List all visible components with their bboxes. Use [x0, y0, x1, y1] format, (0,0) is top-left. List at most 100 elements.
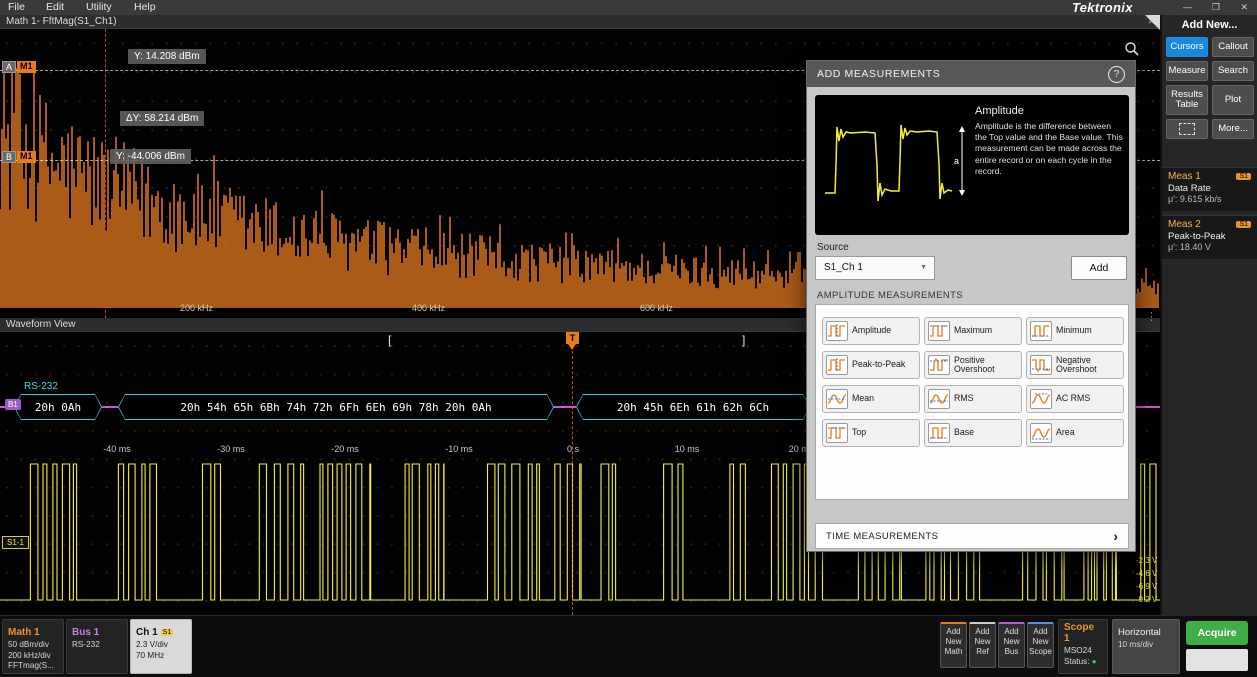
- help-icon[interactable]: ?: [1108, 66, 1125, 83]
- measurement-minimum-button[interactable]: Minimum: [1026, 317, 1124, 345]
- meas-source-chip: S1: [1236, 221, 1251, 228]
- measurement-top-button[interactable]: Top: [822, 419, 920, 447]
- freq-tick-200khz: 200 kHz: [180, 303, 213, 313]
- button-label: Plot: [1225, 95, 1241, 105]
- amplitude-measurements-panel: Amplitude Maximum Minimum Peak-to-Peak P…: [815, 304, 1129, 500]
- zoom-window-right-bracket: ]: [742, 333, 745, 347]
- dropdown-arrow-icon: ▼: [920, 264, 927, 271]
- waveform-view-title: Waveform View: [6, 319, 75, 330]
- cursor-a-source-label: M1: [17, 61, 36, 73]
- button-line: Scope: [1028, 647, 1053, 657]
- badge-title: Math 1: [8, 627, 40, 638]
- dialog-title: ADD MEASUREMENTS: [817, 68, 940, 80]
- badge-title: Scope 1: [1064, 622, 1102, 644]
- measurement-amplitude-button[interactable]: Amplitude: [822, 317, 920, 345]
- meas2-result-badge[interactable]: Meas 2 S1 Peak-to-Peak μ': 18.40 V: [1162, 215, 1257, 259]
- button-line: Ref: [970, 647, 995, 657]
- more-button[interactable]: More...: [1212, 119, 1254, 139]
- menu-help[interactable]: Help: [134, 1, 156, 13]
- ch1-badge[interactable]: Ch 1S1 2.3 V/div 70 MHz: [130, 619, 192, 674]
- draw-a-box-button[interactable]: [1166, 119, 1208, 139]
- cursor-delta-readout: ΔY: 58.214 dBm: [120, 111, 204, 126]
- source-select-value: S1_Ch 1: [824, 262, 863, 273]
- measurement-label: Amplitude: [852, 326, 891, 335]
- add-new-sidebar: Add New... Cursors Callout Measure Searc…: [1162, 15, 1257, 615]
- bus1-settings-badge[interactable]: Bus 1 RS-232: [66, 619, 128, 674]
- measurement-peak-to-peak-button[interactable]: Peak-to-Peak: [822, 351, 920, 379]
- rs232-decode-text: 20h 54h 65h 6Bh 74h 72h 6Fh 6Eh 69h 78h …: [180, 401, 491, 414]
- bus1-badge[interactable]: B1: [5, 399, 21, 410]
- add-new-ref-button[interactable]: Add New Ref: [969, 622, 996, 668]
- measurement-label: Base: [954, 428, 974, 437]
- meas1-result-badge[interactable]: Meas 1 S1 Data Rate μ': 9.615 kb/s: [1162, 167, 1257, 211]
- base-icon: [928, 423, 950, 443]
- add-measure-button[interactable]: Measure: [1166, 61, 1208, 81]
- acquire-button[interactable]: Acquire: [1186, 621, 1248, 645]
- menu-bar: File Edit Utility Help Tektronix — ❐ ✕: [0, 0, 1257, 15]
- rs232-decode-text: 20h 0Ah: [35, 401, 81, 414]
- button-line: New: [999, 637, 1024, 647]
- trigger-position-line[interactable]: [572, 346, 573, 615]
- ac-rms-icon: [1030, 389, 1052, 409]
- measurement-positive-overshoot-button[interactable]: Positive Overshoot: [924, 351, 1022, 379]
- button-line: New: [1028, 637, 1053, 647]
- negative-overshoot-icon: [1030, 355, 1052, 375]
- zoom-icon[interactable]: [1124, 41, 1140, 57]
- menu-utility[interactable]: Utility: [86, 1, 112, 13]
- source-s1-1-badge[interactable]: S1-1: [2, 536, 29, 549]
- measurement-area-button[interactable]: Area: [1026, 419, 1124, 447]
- measurement-base-button[interactable]: Base: [924, 419, 1022, 447]
- add-callout-button[interactable]: Callout: [1212, 37, 1254, 57]
- badge-line: 10 ms/div: [1118, 640, 1174, 651]
- measurement-negative-overshoot-button[interactable]: Negative Overshoot: [1026, 351, 1124, 379]
- add-search-button[interactable]: Search: [1212, 61, 1254, 81]
- measurement-label: Positive Overshoot: [954, 356, 1018, 374]
- measurement-rms-button[interactable]: RMS: [924, 385, 1022, 413]
- add-new-scope-button[interactable]: Add New Scope: [1027, 622, 1054, 668]
- add-plot-button[interactable]: Plot: [1212, 85, 1254, 115]
- meas-type: Peak-to-Peak: [1168, 231, 1251, 242]
- cursor-b-source-label: M1: [17, 151, 36, 163]
- dialog-title-bar[interactable]: ADD MEASUREMENTS ?: [807, 61, 1135, 87]
- math1-badge[interactable]: Math 1 50 dBm/div 200 kHz/div FFTmag(S..…: [2, 619, 64, 674]
- minimize-icon[interactable]: —: [1183, 2, 1192, 12]
- math-view-title: Math 1- FftMag(S1_Ch1): [6, 16, 117, 27]
- peak-to-peak-icon: [826, 355, 848, 375]
- view-splitter-handle[interactable]: ⋮: [1146, 310, 1157, 323]
- rms-icon: [928, 389, 950, 409]
- scope1-badge[interactable]: Scope 1 MSO24 Status: ●: [1058, 619, 1108, 674]
- add-new-math-button[interactable]: Add New Math: [940, 622, 967, 668]
- maximize-icon[interactable]: ❐: [1212, 2, 1220, 13]
- add-cursors-button[interactable]: Cursors: [1166, 37, 1208, 57]
- meas-source-chip: S1: [1236, 173, 1251, 180]
- badge-line: FFTmag(S...: [8, 661, 58, 672]
- button-line: Add: [970, 627, 995, 637]
- trigger-marker[interactable]: T: [566, 332, 579, 344]
- cursor-a-readout: Y: 14.208 dBm: [128, 49, 206, 64]
- sidebar-title: Add New...: [1162, 19, 1257, 31]
- time-measurements-section[interactable]: TIME MEASUREMENTS ›: [815, 523, 1129, 549]
- cursor-b-label: B: [2, 151, 16, 163]
- add-results-table-button[interactable]: Results Table: [1166, 85, 1208, 115]
- menu-edit[interactable]: Edit: [46, 1, 64, 13]
- close-icon[interactable]: ✕: [1240, 2, 1248, 13]
- status-label: Status:: [1064, 657, 1090, 666]
- acquire-secondary-panel[interactable]: [1186, 649, 1248, 671]
- measurement-maximum-button[interactable]: Maximum: [924, 317, 1022, 345]
- view-corner-fold[interactable]: [1145, 15, 1160, 30]
- bus-idle-line: [102, 406, 118, 408]
- menu-file[interactable]: File: [8, 1, 25, 13]
- horizontal-badge[interactable]: Horizontal 10 ms/div: [1112, 619, 1180, 674]
- mean-icon: [826, 389, 848, 409]
- source-select[interactable]: S1_Ch 1 ▼: [815, 256, 935, 280]
- measurement-label: Area: [1056, 428, 1075, 437]
- measurement-mean-button[interactable]: Mean: [822, 385, 920, 413]
- vertical-cursor-line[interactable]: [105, 29, 106, 318]
- measurement-ac-rms-button[interactable]: AC RMS: [1026, 385, 1124, 413]
- meas-value: μ': 9.615 kb/s: [1168, 194, 1251, 204]
- meas-value: μ': 18.40 V: [1168, 242, 1251, 252]
- cursor-b-readout: Y: -44.006 dBm: [110, 149, 191, 164]
- button-line: Add: [941, 627, 966, 637]
- add-new-bus-button[interactable]: Add New Bus: [998, 622, 1025, 668]
- add-measurement-button[interactable]: Add: [1071, 256, 1127, 280]
